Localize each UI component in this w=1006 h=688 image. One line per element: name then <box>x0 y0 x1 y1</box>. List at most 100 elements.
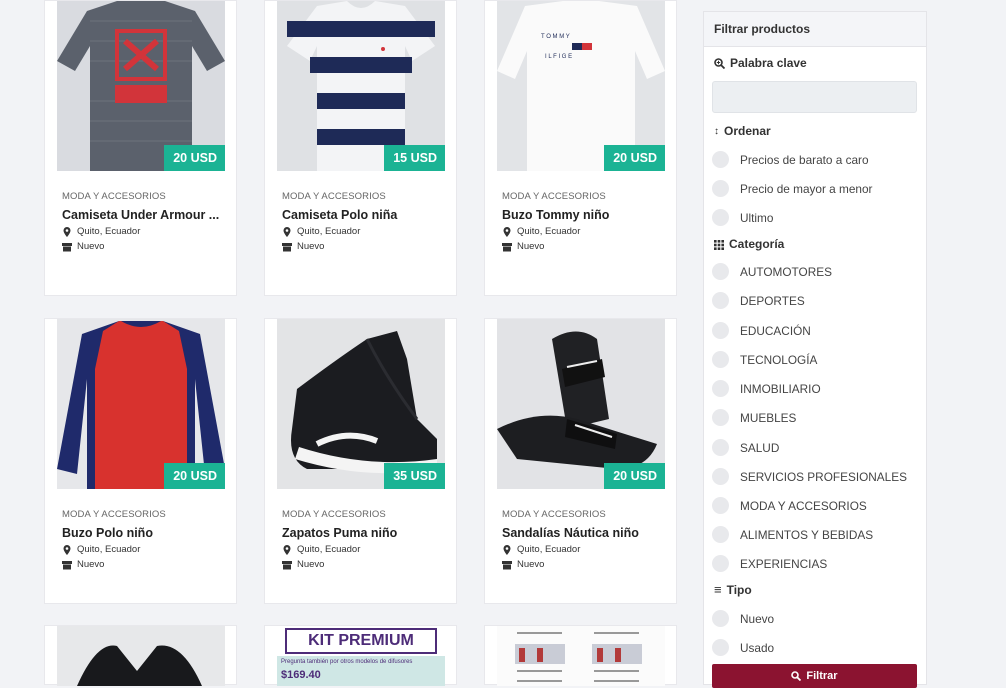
category-section-label: Categoría <box>714 237 784 251</box>
product-title[interactable]: Camiseta Polo niña <box>282 208 452 222</box>
product-card[interactable]: T O M M Y I L F I G E 20 USD MODA Y ACCE… <box>484 0 677 296</box>
sort-icon: ↕ <box>714 125 719 137</box>
product-condition: Nuevo <box>77 559 105 570</box>
price-badge: 20 USD <box>164 145 225 171</box>
category-option-salud[interactable]: SALUD <box>712 439 779 456</box>
product-condition: Nuevo <box>297 559 325 570</box>
svg-text:T O M M Y: T O M M Y <box>541 34 570 40</box>
product-image[interactable]: 15 USD <box>277 1 445 171</box>
product-title[interactable]: Camiseta Under Armour ... <box>62 208 232 222</box>
search-zoom-icon <box>714 57 726 69</box>
product-image[interactable] <box>497 626 665 686</box>
filter-button-label: Filtrar <box>806 670 838 682</box>
product-card[interactable]: 35 USD MODA Y ACCESORIOS Zapatos Puma ni… <box>264 318 457 604</box>
product-category: MODA Y ACCESORIOS <box>282 191 386 202</box>
radio-button[interactable] <box>712 468 729 485</box>
search-icon <box>791 671 802 682</box>
category-option-automotores[interactable]: AUTOMOTORES <box>712 263 832 280</box>
radio-button[interactable] <box>712 610 729 627</box>
radio-button[interactable] <box>712 380 729 397</box>
box-icon <box>282 242 292 252</box>
radio-button[interactable] <box>712 351 729 368</box>
type-option-usado[interactable]: Usado <box>712 639 774 656</box>
category-option-educacion[interactable]: EDUCACIÓN <box>712 322 811 339</box>
product-condition: Nuevo <box>517 559 545 570</box>
box-icon <box>62 560 72 570</box>
product-title[interactable]: Sandalías Náutica niño <box>502 526 672 540</box>
location-pin-icon <box>62 544 72 555</box>
category-option-servicios-profesionales[interactable]: SERVICIOS PROFESIONALES <box>712 468 907 485</box>
filter-panel-header: Filtrar productos <box>704 12 926 47</box>
price-badge: 20 USD <box>164 463 225 489</box>
radio-button[interactable] <box>712 322 729 339</box>
product-title[interactable]: Zapatos Puma niño <box>282 526 452 540</box>
location-pin-icon <box>62 226 72 237</box>
type-option-nuevo[interactable]: Nuevo <box>712 610 774 627</box>
radio-button[interactable] <box>712 639 729 656</box>
product-card-partial[interactable]: KIT PREMIUM Pregunta también por otros m… <box>264 625 457 686</box>
radio-button[interactable] <box>712 555 729 572</box>
product-image[interactable]: 35 USD <box>277 319 445 489</box>
product-condition: Nuevo <box>517 241 545 252</box>
product-image[interactable]: 20 USD <box>57 319 225 489</box>
price-badge: 20 USD <box>604 463 665 489</box>
radio-button[interactable] <box>712 180 729 197</box>
box-icon <box>282 560 292 570</box>
product-image[interactable] <box>57 626 225 686</box>
sort-section-label: ↕ Ordenar <box>714 124 771 138</box>
category-option-alimentos-y-bebidas[interactable]: ALIMENTOS Y BEBIDAS <box>712 526 873 543</box>
radio-button[interactable] <box>712 292 729 309</box>
product-card[interactable]: 15 USD MODA Y ACCESORIOS Camiseta Polo n… <box>264 0 457 296</box>
sort-option[interactable]: Precios de barato a caro <box>712 151 869 168</box>
radio-button[interactable] <box>712 497 729 514</box>
keyword-input[interactable] <box>712 81 917 113</box>
product-card[interactable]: 20 USD MODA Y ACCESORIOS Sandalías Náuti… <box>484 318 677 604</box>
product-title[interactable]: Buzo Polo niño <box>62 526 232 540</box>
product-location: Quito, Ecuador <box>297 226 361 237</box>
product-location: Quito, Ecuador <box>517 226 581 237</box>
filter-panel: Filtrar productos Palabra clave ↕ Ordena… <box>703 11 927 688</box>
product-category: MODA Y ACCESORIOS <box>502 191 606 202</box>
product-location: Quito, Ecuador <box>517 544 581 555</box>
product-condition: Nuevo <box>297 241 325 252</box>
product-card-partial[interactable] <box>484 625 677 686</box>
filter-button[interactable]: Filtrar <box>712 664 917 688</box>
product-image[interactable]: KIT PREMIUM Pregunta también por otros m… <box>277 626 445 686</box>
product-image[interactable]: T O M M Y I L F I G E 20 USD <box>497 1 665 171</box>
radio-button[interactable] <box>712 263 729 280</box>
product-card-partial[interactable] <box>44 625 237 686</box>
category-option-muebles[interactable]: MUEBLES <box>712 409 796 426</box>
product-title[interactable]: Buzo Tommy niño <box>502 208 672 222</box>
category-option-inmobiliario[interactable]: INMOBILIARIO <box>712 380 821 397</box>
sort-option[interactable]: Ultimo <box>712 209 773 226</box>
box-icon <box>502 560 512 570</box>
box-icon <box>502 242 512 252</box>
keyword-section-label: Palabra clave <box>714 56 807 70</box>
box-icon <box>62 242 72 252</box>
category-option-moda-y-accesorios[interactable]: MODA Y ACCESORIOS <box>712 497 867 514</box>
type-section-label: ≡ Tipo <box>714 582 752 597</box>
location-pin-icon <box>282 226 292 237</box>
radio-button[interactable] <box>712 151 729 168</box>
product-image[interactable]: 20 USD <box>57 1 225 171</box>
location-pin-icon <box>282 544 292 555</box>
product-location: Quito, Ecuador <box>77 544 141 555</box>
sort-option[interactable]: Precio de mayor a menor <box>712 180 872 197</box>
category-option-tecnologia[interactable]: TECNOLOGÍA <box>712 351 817 368</box>
radio-button[interactable] <box>712 526 729 543</box>
category-option-experiencias[interactable]: EXPERIENCIAS <box>712 555 827 572</box>
price-badge: 15 USD <box>384 145 445 171</box>
product-card[interactable]: 20 USD MODA Y ACCESORIOS Camiseta Under … <box>44 0 237 296</box>
grid-icon <box>714 239 724 250</box>
svg-text:I L F I G E: I L F I G E <box>545 54 572 60</box>
product-location: Quito, Ecuador <box>77 226 141 237</box>
radio-button[interactable] <box>712 439 729 456</box>
radio-button[interactable] <box>712 209 729 226</box>
radio-button[interactable] <box>712 409 729 426</box>
product-card[interactable]: 20 USD MODA Y ACCESORIOS Buzo Polo niño … <box>44 318 237 604</box>
flyer-price: $169.40 <box>281 669 321 681</box>
location-pin-icon <box>502 226 512 237</box>
product-category: MODA Y ACCESORIOS <box>62 191 166 202</box>
product-image[interactable]: 20 USD <box>497 319 665 489</box>
category-option-deportes[interactable]: DEPORTES <box>712 292 805 309</box>
